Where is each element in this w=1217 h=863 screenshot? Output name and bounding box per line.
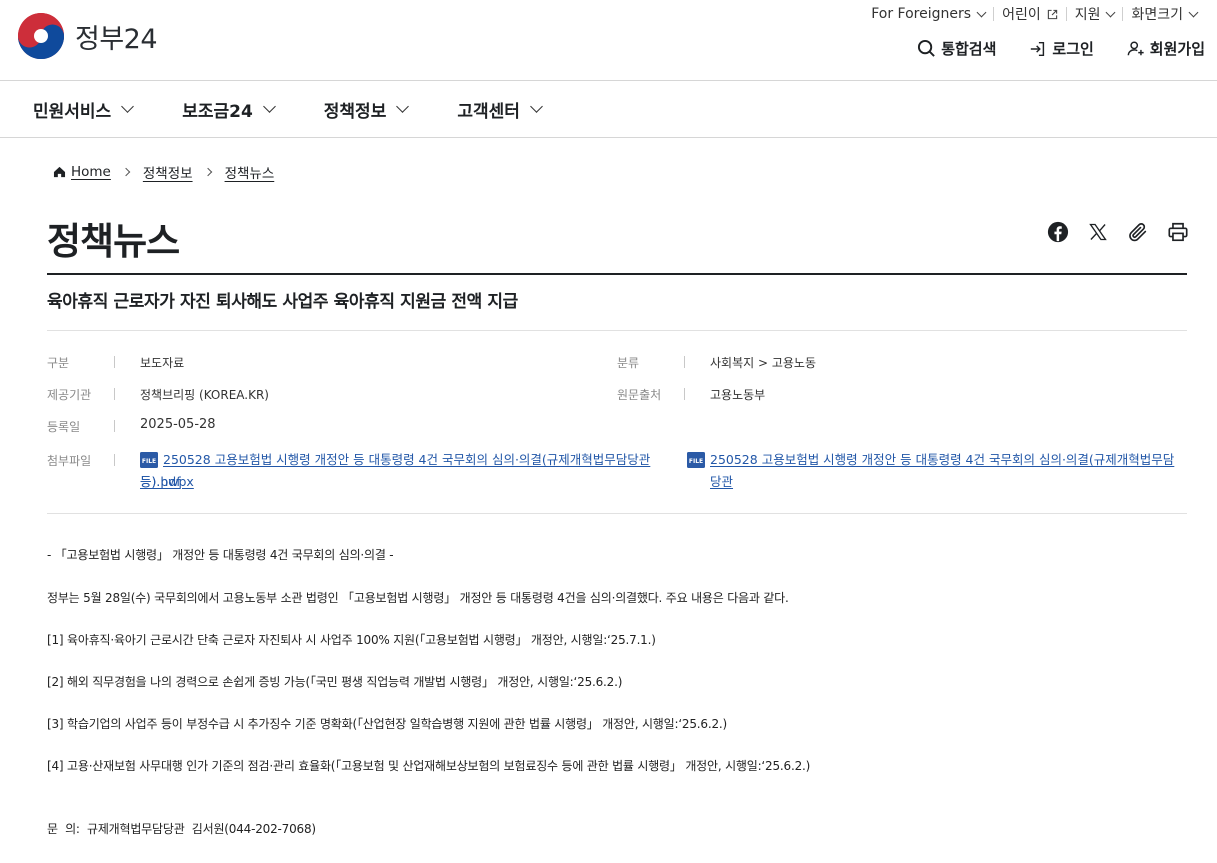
login-icon: [1031, 41, 1045, 56]
meta-provider-value: 정책브리핑 (KOREA.KR): [140, 388, 269, 402]
signup-label: 회원가입: [1149, 40, 1205, 58]
util-screen-size[interactable]: 화면크기: [1123, 4, 1205, 24]
share-toolbar: [1030, 220, 1190, 244]
nav-customer-center[interactable]: 고객센터: [457, 97, 543, 122]
breadcrumb-policy-news[interactable]: 정책뉴스: [225, 162, 275, 182]
nav-label: 고객센터: [457, 101, 520, 122]
facebook-share-button[interactable]: [1046, 220, 1070, 244]
user-plus-icon: [1127, 41, 1144, 55]
login-label: 로그인: [1052, 40, 1094, 58]
meta-source-value: 고용노동부: [710, 388, 766, 402]
breadcrumb-home[interactable]: Home: [71, 164, 111, 180]
file-badge-text: FILE: [689, 458, 703, 465]
home-icon: [53, 166, 66, 178]
signup-button[interactable]: 회원가입: [1127, 38, 1205, 59]
util-for-foreigners[interactable]: For Foreigners: [863, 6, 993, 22]
divider: [114, 420, 115, 432]
printer-icon: [1168, 222, 1188, 242]
divider: [684, 388, 685, 400]
external-link-icon: [1047, 9, 1057, 19]
attachment-link-pdf[interactable]: 250528 고용보험법 시행령 개정안 등 대통령령 4건 국무회의 심의·의…: [710, 449, 1180, 493]
meta-type-value: 보도자료: [140, 356, 185, 370]
util-support[interactable]: 지원: [1067, 4, 1123, 24]
breadcrumb: Home 정책정보 정책뉴스: [53, 162, 274, 182]
taegeuk-logo-icon: [18, 13, 64, 59]
body-subtitle: - 「고용보험법 시행령」 개정안 등 대통령령 4건 국무회의 심의·의결 -: [47, 548, 394, 562]
article-title: 육아휴직 근로자가 자진 퇴사해도 사업주 육아휴직 지원금 전액 지급: [47, 292, 518, 312]
body-contact: 문 의: 규제개혁법무담당관 김서원(044-202-7068): [47, 822, 316, 836]
search-label: 통합검색: [941, 40, 997, 58]
attachment-name: 250528 고용보험법 시행령 개정안 등 대통령령 4건 국무회의 심의·의…: [140, 452, 651, 489]
nav-policy-info[interactable]: 정책정보: [323, 97, 410, 122]
body-item-4: [4] 고용·산재보험 사무대행 인가 기준의 점검·관리 효율화(「고용보험 …: [47, 759, 811, 773]
chevron-down-icon: [121, 100, 135, 113]
header-actions: 통합검색 로그인 회원가입: [884, 38, 1205, 59]
utility-menu: For Foreigners 어린이 지원 화면크기: [863, 4, 1205, 24]
meta-source-label: 원문출처: [617, 388, 662, 402]
util-label: 지원: [1074, 7, 1101, 23]
divider: [47, 330, 1187, 331]
meta-date-value: 2025-05-28: [140, 417, 216, 432]
nav-subsidy24[interactable]: 보조금24: [182, 97, 276, 122]
chevron-down-icon: [976, 7, 987, 17]
file-icon: FILE: [687, 452, 705, 468]
meta-date-label: 등록일: [47, 420, 81, 434]
page-title: 정책뉴스: [47, 220, 180, 263]
x-icon: [1089, 223, 1107, 241]
site-logo[interactable]: 정부24: [17, 12, 158, 60]
main-navigation: 민원서비스 보조금24 정책정보 고객센터: [0, 81, 1217, 138]
search-button[interactable]: 통합검색: [917, 38, 996, 59]
attachment-link-pdf-continued[interactable]: 등).pdf: [140, 471, 181, 493]
attachment-link-hwpx[interactable]: 250528 고용보험법 시행령 개정안 등 대통령령 4건 국무회의 심의·의…: [140, 449, 685, 493]
print-button[interactable]: [1166, 220, 1190, 244]
meta-type-label: 구분: [47, 356, 70, 370]
meta-category-value: 사회복지 > 고용노동: [710, 356, 817, 370]
util-kids[interactable]: 어린이: [994, 4, 1066, 24]
util-label: 어린이: [1002, 7, 1041, 23]
chevron-down-icon: [262, 100, 276, 113]
body-paragraph: 정부는 5월 28일(수) 국무회의에서 고용노동부 소관 법령인 「고용보험법…: [47, 591, 789, 605]
facebook-icon: [1047, 221, 1069, 243]
chevron-right-icon: [203, 167, 212, 177]
util-label: 화면크기: [1131, 7, 1183, 23]
chevron-down-icon: [396, 100, 410, 113]
site-header: 정부24 For Foreigners 어린이 지원 화면크기 통합검색 로그인…: [0, 0, 1217, 81]
chevron-down-icon: [530, 100, 543, 113]
body-item-1: [1] 육아휴직·육아기 근로시간 단축 근로자 자진퇴사 시 사업주 100%…: [47, 633, 656, 647]
copy-link-button[interactable]: [1126, 220, 1150, 244]
chevron-down-icon: [1106, 7, 1116, 17]
title-divider: [47, 273, 1187, 275]
attachment-name: 250528 고용보험법 시행령 개정안 등 대통령령 4건 국무회의 심의·의…: [710, 452, 1175, 489]
attachment-name: 등).pdf: [140, 474, 181, 489]
nav-label: 민원서비스: [33, 101, 112, 122]
divider: [684, 356, 685, 368]
divider: [114, 356, 115, 368]
nav-label: 보조금24: [182, 101, 253, 122]
divider: [47, 513, 1187, 514]
login-button[interactable]: 로그인: [1029, 38, 1094, 59]
divider: [114, 388, 115, 400]
util-label: For Foreigners: [871, 6, 972, 22]
chevron-down-icon: [1188, 7, 1199, 17]
body-item-2: [2] 해외 직무경험을 나의 경력으로 손쉽게 증빙 가능(「국민 평생 직업…: [47, 675, 623, 689]
x-share-button[interactable]: [1086, 220, 1110, 244]
meta-provider-label: 제공기관: [47, 388, 92, 402]
meta-files-label: 첨부파일: [47, 454, 92, 468]
search-icon: [918, 39, 935, 57]
breadcrumb-policy-info[interactable]: 정책정보: [143, 162, 193, 182]
body-item-3: [3] 학습기업의 사업주 등이 부정수급 시 추가징수 기준 명확화(「산업현…: [47, 717, 727, 731]
divider: [114, 454, 115, 466]
meta-category-label: 분류: [617, 356, 640, 370]
nav-label: 정책정보: [323, 101, 387, 122]
nav-civil-services[interactable]: 민원서비스: [33, 97, 135, 122]
logo-text: 정부24: [75, 23, 158, 55]
paperclip-icon: [1129, 223, 1147, 242]
chevron-right-icon: [121, 167, 131, 177]
